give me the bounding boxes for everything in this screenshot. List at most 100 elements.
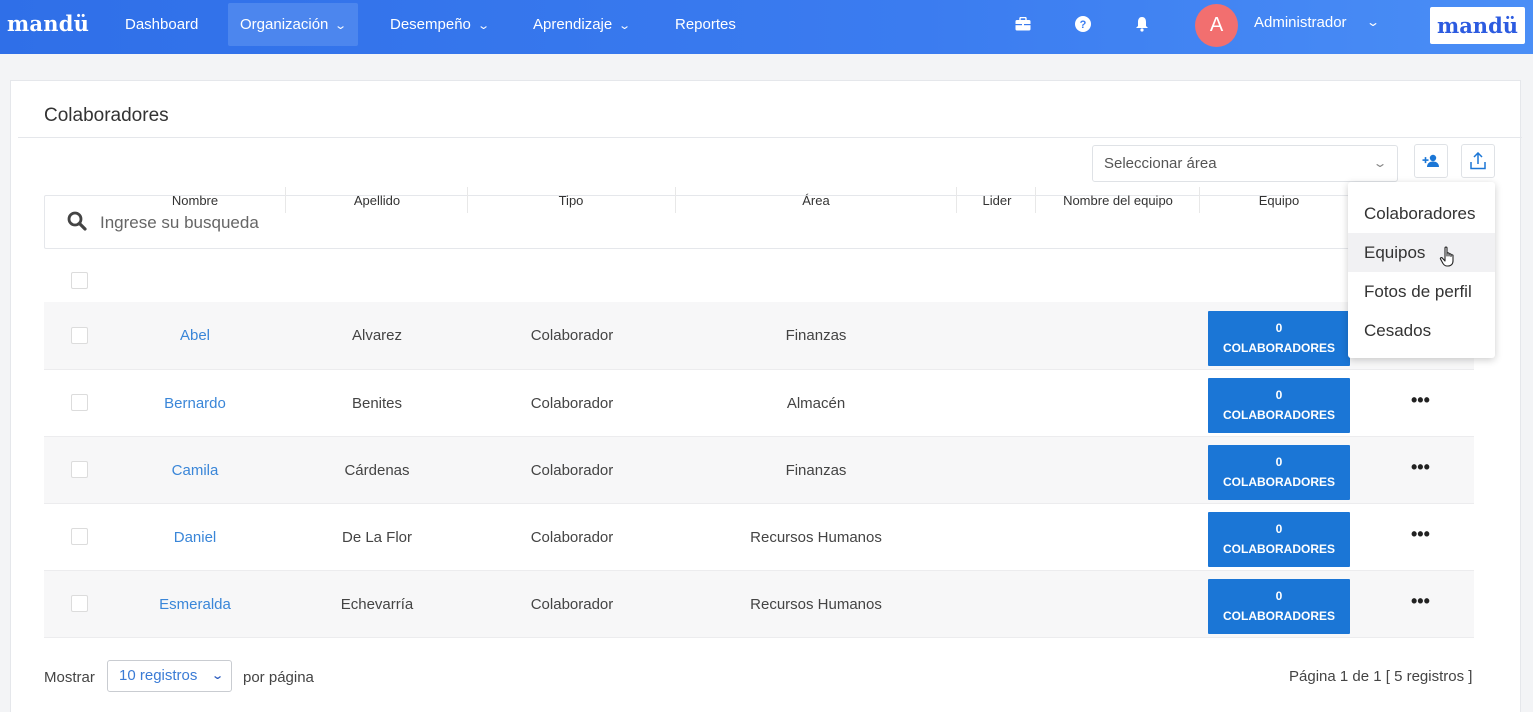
header-nombre[interactable]: Nombre bbox=[135, 193, 255, 208]
row-actions-menu[interactable]: ••• bbox=[1411, 524, 1430, 545]
team-members-button[interactable]: 0 COLABORADORES bbox=[1208, 512, 1350, 567]
team-label: COLABORADORES bbox=[1222, 408, 1335, 422]
nav-dashboard-label: Dashboard bbox=[125, 16, 199, 33]
add-user-icon bbox=[1422, 154, 1439, 167]
column-divider bbox=[1035, 187, 1036, 213]
row-actions-menu[interactable]: ••• bbox=[1411, 591, 1430, 612]
nav-reportes[interactable]: Reportes bbox=[663, 3, 748, 46]
header-lider[interactable]: Lider bbox=[957, 193, 1037, 208]
nav-aprendizaje-label: Aprendizaje bbox=[533, 16, 613, 33]
top-navbar: mandü Dashboard Organización ⌄ Desempeño ⌄… bbox=[0, 0, 1533, 54]
chevron-down-icon[interactable]: ⌄ bbox=[1366, 15, 1380, 29]
cell-tipo: Colaborador bbox=[530, 327, 614, 344]
brand-logo[interactable]: mandü bbox=[7, 11, 89, 36]
per-page-select[interactable]: 10 registros ⌄ bbox=[107, 660, 232, 692]
row-divider bbox=[44, 570, 1474, 571]
team-count: 0 bbox=[1275, 321, 1283, 335]
cell-apellido: Alvarez bbox=[351, 327, 403, 344]
area-select-placeholder: Seleccionar área bbox=[1104, 155, 1217, 172]
cell-area: Almacén bbox=[786, 395, 846, 412]
column-divider bbox=[675, 187, 676, 213]
chevron-down-icon: ⌄ bbox=[334, 20, 348, 32]
team-count: 0 bbox=[1275, 388, 1283, 402]
column-divider bbox=[1199, 187, 1200, 213]
cell-nombre[interactable]: Camila bbox=[135, 462, 255, 479]
row-divider bbox=[44, 503, 1474, 504]
column-divider bbox=[956, 187, 957, 213]
menu-item-equipos[interactable]: Equipos bbox=[1348, 233, 1495, 272]
column-divider bbox=[285, 187, 286, 213]
cell-area: Recursos Humanos bbox=[750, 529, 882, 546]
cell-nombre[interactable]: Daniel bbox=[135, 529, 255, 546]
upload-icon bbox=[1470, 152, 1486, 170]
bell-icon[interactable] bbox=[1132, 14, 1152, 34]
nav-desempeno[interactable]: Desempeño ⌄ bbox=[378, 3, 500, 46]
chevron-down-icon: ⌄ bbox=[477, 20, 490, 32]
row-checkbox[interactable] bbox=[71, 327, 88, 344]
select-all-checkbox[interactable] bbox=[71, 272, 88, 289]
avatar[interactable]: A bbox=[1195, 4, 1238, 47]
add-user-button[interactable] bbox=[1414, 144, 1448, 178]
cell-tipo: Colaborador bbox=[530, 395, 614, 412]
briefcase-icon[interactable] bbox=[1013, 14, 1033, 34]
row-actions-menu[interactable]: ••• bbox=[1411, 457, 1430, 478]
row-divider bbox=[44, 369, 1474, 370]
header-area[interactable]: Área bbox=[756, 193, 876, 208]
cell-nombre[interactable]: Bernardo bbox=[135, 395, 255, 412]
per-page-value: 10 registros bbox=[119, 667, 198, 684]
team-members-button[interactable]: 0 COLABORADORES bbox=[1208, 579, 1350, 634]
team-label: COLABORADORES bbox=[1222, 609, 1335, 623]
nav-dashboard[interactable]: Dashboard bbox=[113, 3, 210, 46]
team-label: COLABORADORES bbox=[1222, 542, 1335, 556]
company-logo: mandü bbox=[1430, 7, 1525, 44]
team-members-button[interactable]: 0 COLABORADORES bbox=[1208, 445, 1350, 500]
team-members-button[interactable]: 0 COLABORADORES bbox=[1208, 378, 1350, 433]
divider bbox=[18, 137, 1522, 138]
cell-nombre[interactable]: Esmeralda bbox=[135, 596, 255, 613]
search-input[interactable]: Ingrese su busqueda bbox=[100, 213, 259, 233]
page-title: Colaboradores bbox=[44, 105, 169, 126]
search-icon bbox=[67, 211, 87, 231]
cell-apellido: Benites bbox=[351, 395, 403, 412]
nav-organizacion[interactable]: Organización ⌄ bbox=[228, 3, 358, 46]
row-divider bbox=[44, 436, 1474, 437]
header-nombre-equipo[interactable]: Nombre del equipo bbox=[1048, 193, 1188, 208]
chevron-down-icon: ⌄ bbox=[1372, 156, 1388, 170]
row-checkbox[interactable] bbox=[71, 528, 88, 545]
header-apellido[interactable]: Apellido bbox=[317, 193, 437, 208]
cell-area: Recursos Humanos bbox=[750, 596, 882, 613]
header-tipo[interactable]: Tipo bbox=[511, 193, 631, 208]
export-button[interactable] bbox=[1461, 144, 1495, 178]
team-members-button[interactable]: 0 COLABORADORES bbox=[1208, 311, 1350, 366]
column-divider bbox=[467, 187, 468, 213]
row-checkbox[interactable] bbox=[71, 595, 88, 612]
cell-tipo: Colaborador bbox=[530, 596, 614, 613]
menu-item-cesados[interactable]: Cesados bbox=[1348, 311, 1495, 350]
chevron-down-icon: ⌄ bbox=[210, 670, 224, 682]
row-checkbox[interactable] bbox=[71, 461, 88, 478]
cell-nombre[interactable]: Abel bbox=[135, 327, 255, 344]
menu-item-colaboradores[interactable]: Colaboradores bbox=[1348, 194, 1495, 233]
row-checkbox[interactable] bbox=[71, 394, 88, 411]
cell-apellido: Cárdenas bbox=[344, 462, 410, 479]
menu-item-equipos-label: Equipos bbox=[1364, 243, 1426, 262]
user-name[interactable]: Administrador bbox=[1254, 14, 1347, 31]
team-label: COLABORADORES bbox=[1222, 475, 1335, 489]
help-icon[interactable]: ? bbox=[1073, 14, 1093, 34]
cell-tipo: Colaborador bbox=[530, 462, 614, 479]
chevron-down-icon: ⌄ bbox=[618, 20, 632, 32]
show-label: Mostrar bbox=[44, 669, 95, 686]
nav-reportes-label: Reportes bbox=[675, 16, 736, 33]
cell-apellido: De La Flor bbox=[341, 529, 413, 546]
cell-apellido: Echevarría bbox=[340, 596, 414, 613]
export-menu: Colaboradores Equipos Fotos de perfil Ce… bbox=[1348, 182, 1495, 358]
cell-area: Finanzas bbox=[785, 327, 847, 344]
cell-tipo: Colaborador bbox=[530, 529, 614, 546]
header-equipo[interactable]: Equipo bbox=[1219, 193, 1339, 208]
area-select[interactable]: Seleccionar área ⌄ bbox=[1092, 145, 1398, 182]
menu-item-fotos-de-perfil[interactable]: Fotos de perfil bbox=[1348, 272, 1495, 311]
nav-aprendizaje[interactable]: Aprendizaje ⌄ bbox=[521, 3, 641, 46]
nav-desempeno-label: Desempeño bbox=[390, 16, 471, 33]
team-count: 0 bbox=[1275, 522, 1283, 536]
row-actions-menu[interactable]: ••• bbox=[1411, 390, 1430, 411]
